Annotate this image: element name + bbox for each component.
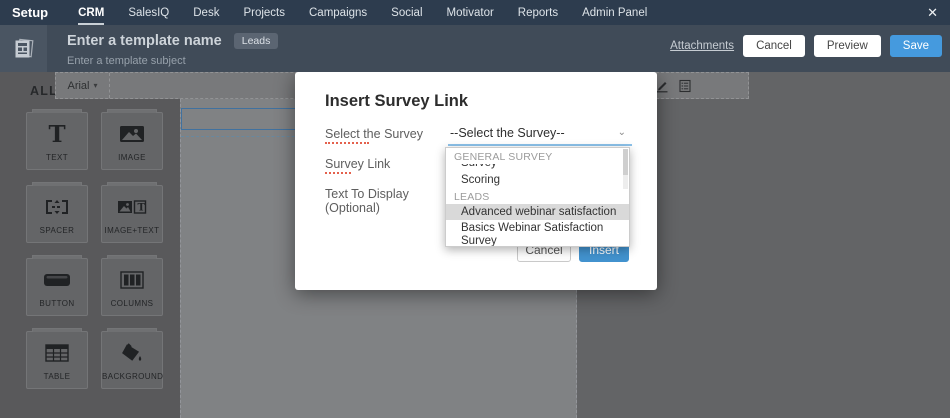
- image-text-icon: T: [102, 193, 162, 221]
- template-icon: [12, 37, 36, 61]
- required-indicator: [325, 142, 369, 144]
- survey-select-value: --Select the Survey--: [450, 126, 565, 140]
- attachments-link[interactable]: Attachments: [670, 40, 734, 52]
- dropdown-item-survey[interactable]: Survey: [446, 164, 629, 172]
- font-family-dropdown[interactable]: Arial ▾: [56, 73, 110, 98]
- template-editor-app: Setup CRM SalesIQ Desk Projects Campaign…: [0, 0, 950, 418]
- nav-item-campaigns[interactable]: Campaigns: [309, 0, 367, 25]
- chevron-down-icon: ⌄: [618, 127, 626, 138]
- survey-link-label: Survey Link: [325, 157, 390, 171]
- text-to-display-label: Text To Display: [325, 187, 409, 201]
- top-navbar: Setup CRM SalesIQ Desk Projects Campaign…: [0, 0, 950, 25]
- dropdown-item-scoring[interactable]: Scoring: [446, 172, 629, 188]
- component-table[interactable]: TABLE: [26, 331, 88, 389]
- nav-item-desk[interactable]: Desk: [193, 0, 219, 25]
- component-text[interactable]: T TEXT: [26, 112, 88, 170]
- survey-checklist-icon[interactable]: [678, 79, 692, 93]
- component-spacer[interactable]: SPACER: [26, 185, 88, 243]
- dropdown-group-general-survey: GENERAL SURVEY: [446, 148, 629, 164]
- survey-select-field[interactable]: --Select the Survey-- ⌄: [448, 124, 632, 146]
- select-survey-label: Select the Survey: [325, 127, 423, 141]
- button-icon: [27, 266, 87, 294]
- component-image[interactable]: IMAGE: [101, 112, 163, 170]
- caret-down-icon: ▾: [94, 81, 98, 90]
- component-image-text[interactable]: T IMAGE+TEXT: [101, 185, 163, 243]
- dropdown-item-advanced-webinar[interactable]: Advanced webinar satisfaction: [446, 204, 629, 220]
- template-header-bar: Enter a template name Leads Enter a temp…: [0, 25, 950, 72]
- cancel-button[interactable]: Cancel: [743, 35, 805, 57]
- modal-title: Insert Survey Link: [325, 92, 468, 111]
- required-indicator: [325, 172, 351, 174]
- preview-button[interactable]: Preview: [814, 35, 881, 57]
- setup-brand: Setup: [12, 5, 48, 20]
- save-button[interactable]: Save: [890, 35, 942, 57]
- template-subject-field[interactable]: Enter a template subject: [67, 55, 186, 67]
- close-icon[interactable]: ✕: [927, 0, 938, 25]
- nav-item-salesiq[interactable]: SalesIQ: [128, 0, 169, 25]
- nav-item-reports[interactable]: Reports: [518, 0, 558, 25]
- top-nav-menu: CRM SalesIQ Desk Projects Campaigns Soci…: [78, 0, 647, 25]
- dropdown-item-basics-webinar[interactable]: Basics Webinar Satisfaction Survey: [446, 220, 629, 247]
- nav-item-projects[interactable]: Projects: [243, 0, 285, 25]
- columns-icon: [102, 266, 162, 294]
- component-columns[interactable]: COLUMNS: [101, 258, 163, 316]
- nav-item-social[interactable]: Social: [391, 0, 422, 25]
- component-background[interactable]: BACKGROUND: [101, 331, 163, 389]
- survey-select-dropdown-panel: GENERAL SURVEY Survey Scoring LEADS Adva…: [445, 147, 630, 247]
- table-icon: [27, 339, 87, 367]
- module-badge: Leads: [234, 33, 279, 49]
- nav-item-crm[interactable]: CRM: [78, 0, 104, 25]
- dropdown-scrollbar-thumb[interactable]: [623, 149, 628, 175]
- text-to-display-optional: (Optional): [325, 201, 380, 215]
- text-icon: T: [27, 120, 87, 148]
- background-icon: [102, 339, 162, 367]
- nav-item-motivator[interactable]: Motivator: [447, 0, 494, 25]
- dropdown-group-leads: LEADS: [446, 188, 629, 204]
- template-name-field[interactable]: Enter a template name: [67, 33, 222, 49]
- template-icon-box: [0, 25, 47, 72]
- image-icon: [102, 120, 162, 148]
- svg-text:T: T: [138, 203, 146, 214]
- nav-item-admin-panel[interactable]: Admin Panel: [582, 0, 647, 25]
- dropdown-scrollbar[interactable]: [623, 149, 628, 189]
- spacer-icon: [27, 193, 87, 221]
- components-sidebar: ALL COMPONENTS T TEXT IMAGE: [0, 72, 195, 418]
- signature-icon[interactable]: [655, 79, 669, 93]
- components-grid: T TEXT IMAGE: [26, 112, 163, 389]
- component-button[interactable]: BUTTON: [26, 258, 88, 316]
